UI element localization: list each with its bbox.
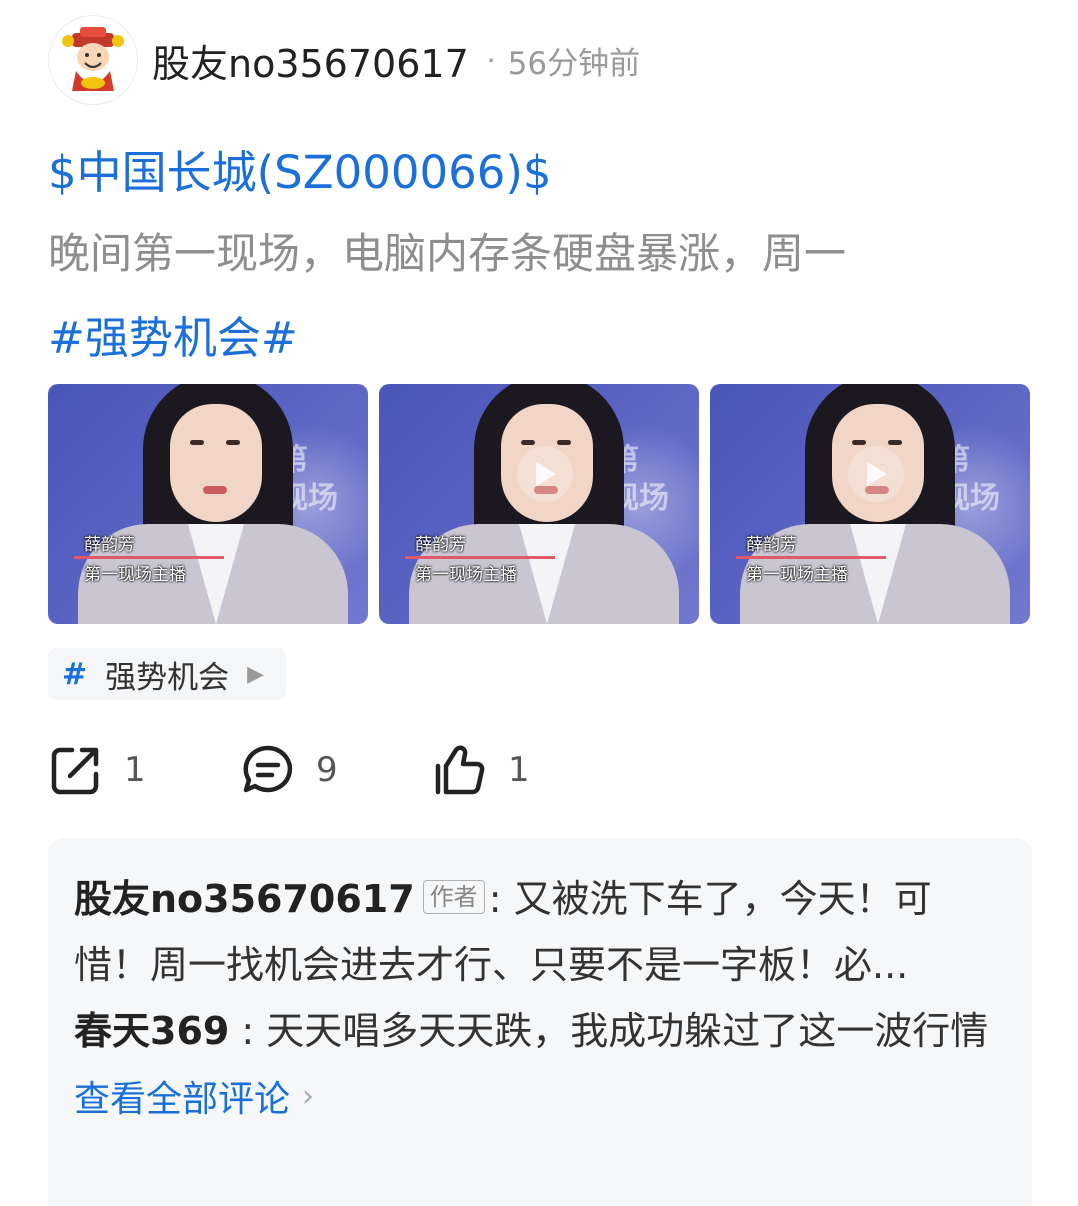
topic-chip[interactable]: # 强势机会 ▶: [48, 648, 287, 700]
thumbs-up-icon: [435, 745, 485, 795]
author-name[interactable]: 股友no35670617: [152, 33, 469, 88]
post-header: 股友no35670617 · 56分钟前: [48, 14, 640, 106]
thumbnail-caption: 薛韵芳 第一现场主播: [736, 530, 886, 590]
post-card: 股友no35670617 · 56分钟前 $中国长城(SZ000066)$ 晚间…: [0, 0, 1078, 1206]
comment-user[interactable]: 春天369: [74, 1009, 229, 1053]
comment-separator: :: [229, 1009, 255, 1053]
video-thumbnails: 第 现场 薛韵芳 第一现场主播 第 现场 薛韵芳 第一现场主播 第 现场 薛韵芳…: [48, 384, 1030, 624]
video-thumbnail-1[interactable]: 第 现场 薛韵芳 第一现场主播: [48, 384, 368, 624]
comment-item[interactable]: 股友no35670617 作者: 又被洗下车了，今天！可惜！周一找机会进去才行、只…: [74, 866, 1006, 998]
stock-link[interactable]: $中国长城(SZ000066)$: [48, 136, 552, 201]
comment-user[interactable]: 股友no35670617: [74, 877, 415, 921]
like-button[interactable]: 1: [432, 742, 530, 798]
share-icon: [51, 747, 99, 795]
post-body: 晚间第一现场，电脑内存条硬盘暴涨，周一: [48, 229, 847, 278]
post-time: 56分钟前: [507, 45, 641, 82]
comments-preview: 股友no35670617 作者: 又被洗下车了，今天！可惜！周一找机会进去才行、只…: [48, 838, 1032, 1206]
video-thumbnail-2[interactable]: 第 现场 薛韵芳 第一现场主播: [379, 384, 699, 624]
topic-name: 强势机会: [105, 659, 230, 696]
play-icon[interactable]: [517, 446, 573, 502]
comment-item[interactable]: 春天369 : 天天唱多天天跌，我成功躲过了这一波行情: [74, 998, 1006, 1064]
share-button[interactable]: 1: [48, 742, 240, 798]
author-badge: 作者: [422, 880, 485, 914]
action-bar: 1 9 1: [48, 740, 530, 800]
hashtag-link[interactable]: #强势机会#: [48, 302, 298, 366]
view-all-label: 查看全部评论: [74, 1079, 291, 1120]
avatar-god-of-wealth-icon: [62, 27, 124, 91]
like-count: 1: [508, 750, 530, 790]
comment-count: 9: [316, 750, 338, 790]
share-count: 1: [124, 750, 146, 790]
avatar[interactable]: [48, 15, 138, 105]
thumbnail-caption: 薛韵芳 第一现场主播: [74, 530, 224, 590]
play-icon[interactable]: [848, 446, 904, 502]
hash-icon: #: [62, 656, 88, 692]
thumbnail-caption: 薛韵芳 第一现场主播: [405, 530, 555, 590]
comment-button[interactable]: 9: [240, 742, 432, 798]
comment-icon: [243, 745, 293, 793]
comment-separator: :: [488, 877, 502, 921]
chevron-right-icon: ›: [302, 1078, 315, 1114]
view-all-comments-link[interactable]: 查看全部评论 ›: [74, 1070, 1006, 1122]
meta-separator: ·: [486, 43, 496, 77]
comment-text: 天天唱多天天跌，我成功躲过了这一波行情: [254, 1009, 989, 1053]
video-thumbnail-3[interactable]: 第 现场 薛韵芳 第一现场主播: [710, 384, 1030, 624]
play-triangle-icon: ▶: [247, 661, 265, 687]
